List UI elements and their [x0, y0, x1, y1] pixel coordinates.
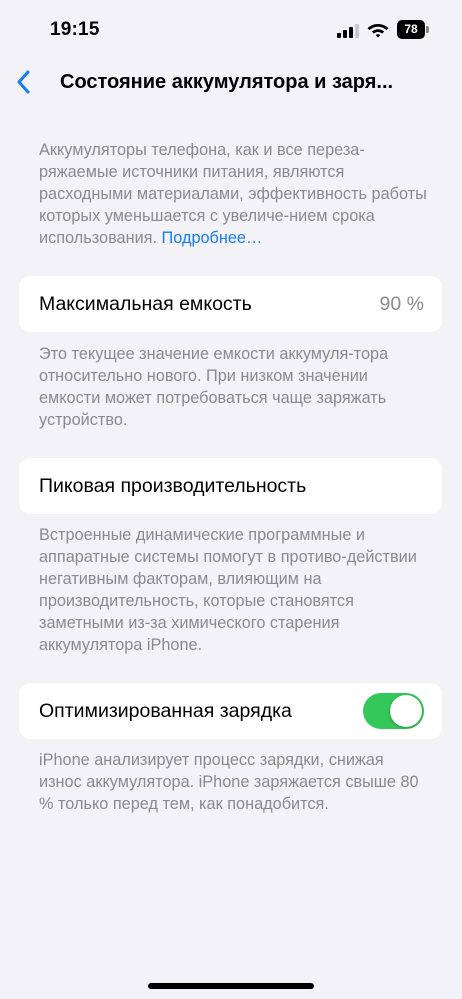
max-capacity-label: Максимальная емкость	[39, 293, 252, 315]
wifi-icon	[367, 24, 389, 38]
intro-text: Аккумуляторы телефона, как и все переза-…	[39, 139, 429, 249]
toggle-knob	[390, 695, 422, 727]
status-bar: 19:15 78	[0, 0, 462, 60]
battery-health-screen: 19:15 78 Состояние аккумулятора и заря..…	[0, 0, 462, 999]
battery-icon: 78	[397, 20, 429, 39]
status-time: 19:15	[50, 19, 100, 40]
peak-performance-footnote: Встроенные динамические программные и ап…	[39, 526, 417, 654]
chevron-left-icon	[17, 70, 30, 94]
battery-cap	[426, 26, 429, 33]
max-capacity-cell: Максимальная емкость 90 %	[19, 276, 442, 332]
navigation-bar: Состояние аккумулятора и заря...	[0, 60, 462, 104]
signal-icon	[337, 24, 359, 38]
optimized-charging-toggle[interactable]	[363, 693, 424, 729]
max-capacity-footnote: Это текущее значение емкости аккумуля-то…	[39, 345, 389, 429]
optimized-charging-cell: Оптимизированная зарядка	[19, 683, 442, 739]
max-capacity-value: 90 %	[379, 293, 424, 315]
peak-performance-cell: Пиковая производительность	[19, 458, 442, 514]
optimized-charging-label: Оптимизированная зарядка	[39, 700, 292, 722]
peak-performance-label: Пиковая производительность	[39, 475, 307, 497]
back-button[interactable]	[4, 60, 42, 104]
optimized-charging-footnote: iPhone анализирует процесс зарядки, сниж…	[39, 751, 419, 813]
battery-level: 78	[397, 20, 425, 39]
learn-more-link[interactable]: Подробнее…	[162, 229, 263, 247]
home-indicator[interactable]	[148, 983, 314, 989]
page-title: Состояние аккумулятора и заря...	[60, 71, 394, 93]
